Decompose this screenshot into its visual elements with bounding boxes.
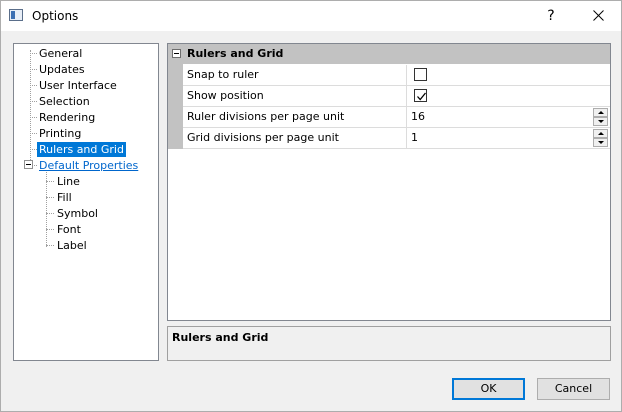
tree-line <box>46 229 54 230</box>
tree-item-selection[interactable]: Selection <box>37 94 92 109</box>
property-row-grid-divisions[interactable]: Grid divisions per page unit 1 <box>183 128 610 149</box>
tree-item-rendering[interactable]: Rendering <box>37 110 97 125</box>
tree-line <box>30 50 31 162</box>
property-value[interactable] <box>407 86 610 106</box>
ok-button[interactable]: OK <box>452 378 525 400</box>
tree-line <box>30 85 37 86</box>
property-name: Snap to ruler <box>183 65 407 85</box>
close-icon <box>592 10 604 21</box>
spin-up-icon[interactable] <box>593 129 608 138</box>
tree-item-rulers-and-grid[interactable]: Rulers and Grid <box>37 142 126 157</box>
options-tree[interactable]: General Updates User Interface Selection… <box>13 43 159 361</box>
tree-line <box>46 245 54 246</box>
grid-divisions-input[interactable]: 1 <box>411 128 418 148</box>
description-title: Rulers and Grid <box>172 331 269 344</box>
tree-line <box>30 133 37 134</box>
tree-item-line[interactable]: Line <box>55 174 82 189</box>
property-row-show-position[interactable]: Show position <box>183 86 610 107</box>
tree-item-symbol[interactable]: Symbol <box>55 206 100 221</box>
category-header[interactable]: Rulers and Grid <box>168 44 610 64</box>
tree-item-font[interactable]: Font <box>55 222 83 237</box>
tree-item-fill[interactable]: Fill <box>55 190 74 205</box>
property-name: Show position <box>183 86 407 106</box>
spin-up-icon[interactable] <box>593 108 608 117</box>
property-name: Ruler divisions per page unit <box>183 107 407 127</box>
ruler-divisions-input[interactable]: 16 <box>411 107 425 127</box>
tree-item-default-properties[interactable]: Default Properties <box>37 158 140 173</box>
property-value[interactable]: 1 <box>407 128 610 148</box>
tree-item-general[interactable]: General <box>37 46 84 61</box>
title-bar: Options ? <box>1 1 621 31</box>
description-panel: Rulers and Grid <box>167 326 611 361</box>
property-grid[interactable]: Rulers and Grid Snap to ruler Show posit… <box>167 43 611 321</box>
tree-line <box>46 181 54 182</box>
ruler-divisions-spinner[interactable] <box>593 108 608 126</box>
property-value[interactable] <box>407 65 610 85</box>
property-row-snap-to-ruler[interactable]: Snap to ruler <box>183 65 610 86</box>
tree-line <box>30 149 37 150</box>
tree-line <box>46 197 54 198</box>
property-value[interactable]: 16 <box>407 107 610 127</box>
collapse-icon[interactable] <box>172 49 181 58</box>
help-button[interactable]: ? <box>528 1 574 31</box>
window-title: Options <box>32 9 79 23</box>
tree-line <box>30 101 37 102</box>
tree-line <box>30 69 37 70</box>
tree-line <box>30 117 37 118</box>
tree-line <box>46 213 54 214</box>
property-row-ruler-divisions[interactable]: Ruler divisions per page unit 16 <box>183 107 610 128</box>
property-name: Grid divisions per page unit <box>183 128 407 148</box>
snap-to-ruler-checkbox[interactable] <box>414 68 427 81</box>
close-button[interactable] <box>575 1 621 31</box>
grid-divisions-spinner[interactable] <box>593 129 608 147</box>
tree-item-updates[interactable]: Updates <box>37 62 87 77</box>
app-icon <box>9 9 23 21</box>
tree-item-label[interactable]: Label <box>55 238 89 253</box>
tree-item-printing[interactable]: Printing <box>37 126 83 141</box>
checkmark-icon <box>417 92 427 101</box>
category-title: Rulers and Grid <box>187 47 284 60</box>
options-dialog: Options ? General Updates User Interface… <box>0 0 622 412</box>
spin-down-icon[interactable] <box>593 117 608 126</box>
collapse-icon[interactable] <box>24 160 33 169</box>
cancel-button[interactable]: Cancel <box>537 378 610 400</box>
show-position-checkbox[interactable] <box>414 89 427 102</box>
spin-down-icon[interactable] <box>593 138 608 147</box>
tree-line <box>30 53 37 54</box>
tree-item-user-interface[interactable]: User Interface <box>37 78 119 93</box>
grid-gutter <box>168 64 183 149</box>
